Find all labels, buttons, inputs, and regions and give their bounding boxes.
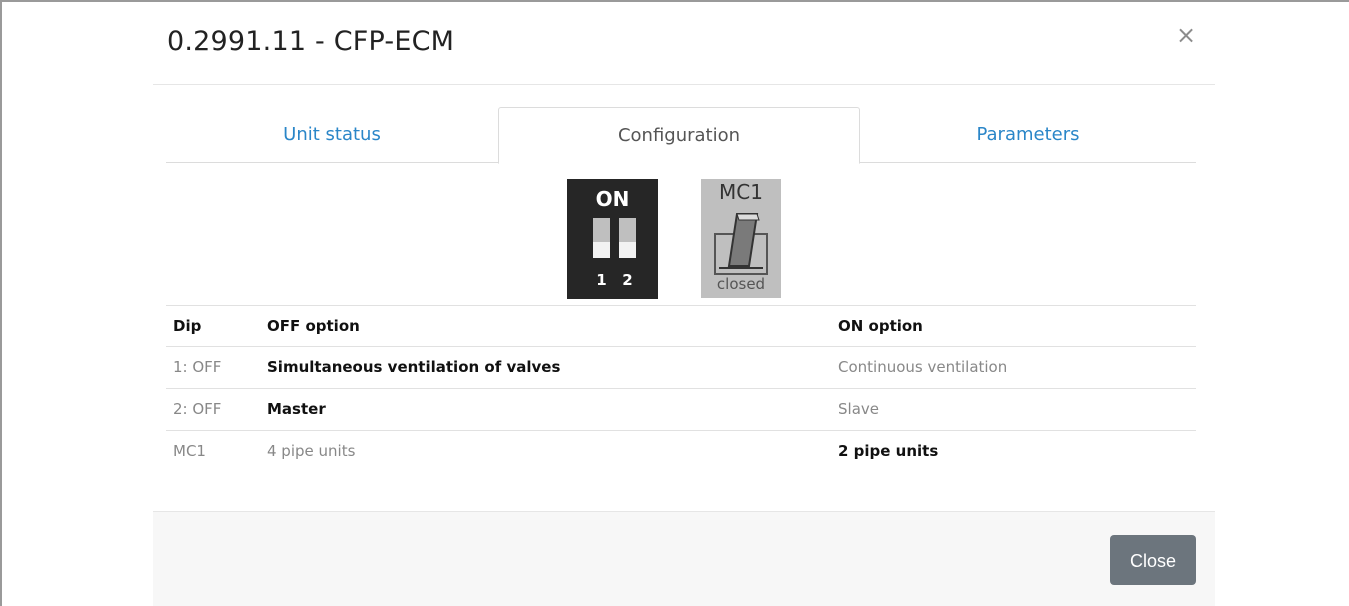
modal-title: 0.2991.11 - CFP-ECM [167,26,455,57]
row-on-option: Slave [838,400,879,418]
header-dip: Dip [173,317,202,335]
mc1-state: closed [716,275,766,293]
row-off-option: Master [267,400,326,418]
dip-options-table: Dip OFF option ON option 1: OFF Simultan… [166,305,1196,472]
row-on-option: Continuous ventilation [838,358,1008,376]
close-icon[interactable]: × [1176,20,1196,50]
tab-configuration[interactable]: Configuration [498,107,860,164]
dip-switch-2 [619,218,636,258]
modal-footer [153,512,1215,606]
close-button[interactable]: Close [1110,535,1196,585]
table-row: MC1 4 pipe units 2 pipe units [166,430,1196,472]
dip-number-1: 1 [596,271,607,289]
header-divider [153,84,1215,85]
tab-parameters[interactable]: Parameters [860,107,1196,163]
dip-on-label: ON [595,187,630,211]
window-frame-left [0,0,2,606]
row-off-option: 4 pipe units [267,442,356,460]
tab-unit-status[interactable]: Unit status [166,107,498,163]
row-on-option: 2 pipe units [838,442,939,460]
table-header-row: Dip OFF option ON option [166,305,1196,346]
toggle-switch-icon [714,213,768,275]
mc1-switch-block: MC1 closed [701,179,781,298]
table-row: 1: OFF Simultaneous ventilation of valve… [166,346,1196,388]
window-frame-top [0,0,1349,2]
dip-number-2: 2 [622,271,633,289]
header-off-option: OFF option [267,317,360,335]
table-row: 2: OFF Master Slave [166,388,1196,430]
row-off-option: Simultaneous ventilation of valves [267,358,561,376]
row-dip: 2: OFF [173,400,222,418]
dip-switch-1 [593,218,610,258]
mc1-label: MC1 [719,180,763,204]
row-dip: MC1 [173,442,206,460]
dip-switch-block: ON 1 2 [567,179,658,299]
header-on-option: ON option [838,317,923,335]
row-dip: 1: OFF [173,358,222,376]
